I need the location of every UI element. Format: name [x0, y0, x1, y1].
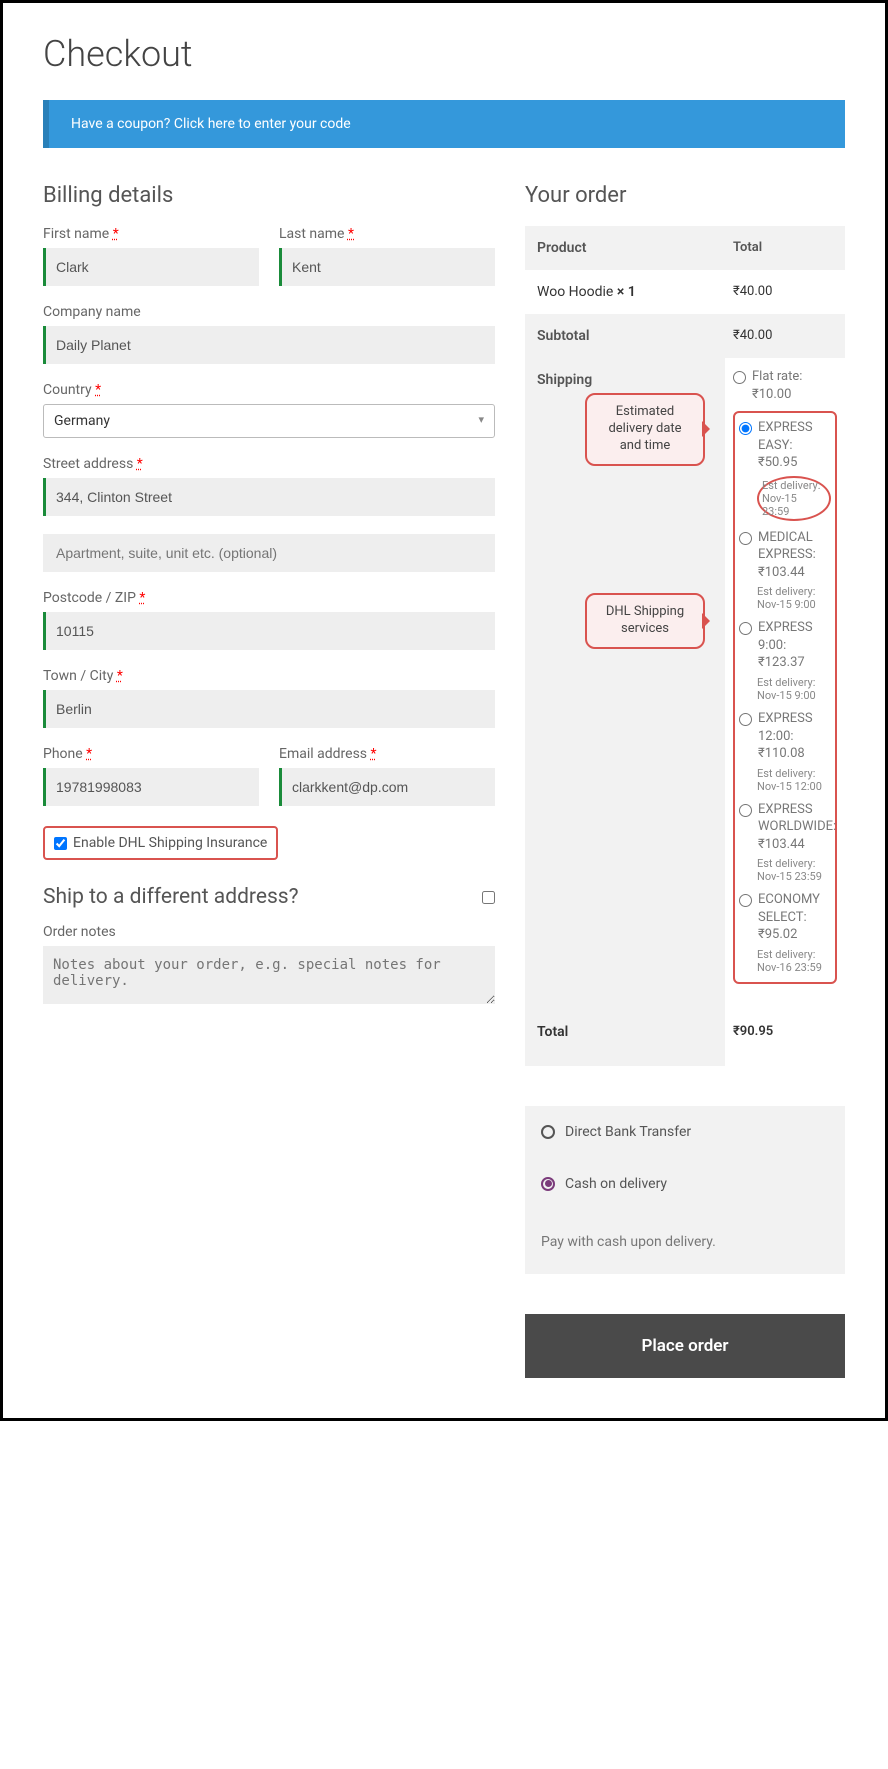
order-notes-label: Order notes	[43, 924, 495, 940]
payment-cod[interactable]: Cash on delivery	[525, 1158, 845, 1210]
last-name-input[interactable]	[279, 248, 495, 286]
subtotal-value: ₹40.00	[725, 314, 845, 358]
shipping-option[interactable]: EXPRESS EASY: ₹50.95	[739, 419, 831, 472]
phone-label: Phone *	[43, 746, 259, 762]
shipping-flat-rate[interactable]: Flat rate: ₹10.00	[733, 368, 837, 403]
shipping-option[interactable]: MEDICAL EXPRESS: ₹103.44	[739, 529, 831, 582]
est-delivery: Est delivery: Nov-15 9:00	[757, 676, 831, 702]
order-heading: Your order	[525, 183, 845, 208]
company-label: Company name	[43, 304, 495, 320]
insurance-checkbox[interactable]	[54, 837, 67, 850]
subtotal-label: Subtotal	[525, 314, 725, 358]
est-delivery: Est delivery: Nov-15 23:59	[757, 476, 831, 521]
phone-input[interactable]	[43, 768, 259, 806]
order-notes-input[interactable]	[43, 946, 495, 1004]
payment-description: Pay with cash upon delivery.	[525, 1210, 845, 1274]
place-order-button[interactable]: Place order	[525, 1314, 845, 1378]
city-input[interactable]	[43, 690, 495, 728]
line-item: Woo Hoodie × 1	[525, 270, 725, 314]
callout-est-delivery: Estimated delivery date and time	[585, 393, 705, 466]
coupon-prompt[interactable]: Have a coupon? Click here to enter your …	[43, 100, 845, 148]
express-worldwide-radio[interactable]	[739, 804, 752, 817]
street2-input[interactable]	[43, 534, 495, 572]
shipping-option[interactable]: EXPRESS WORLDWIDE: ₹103.44	[739, 801, 831, 854]
last-name-label: Last name *	[279, 226, 495, 242]
ship-diff-heading: Ship to a different address?	[43, 885, 299, 909]
shipping-option[interactable]: ECONOMY SELECT: ₹95.02	[739, 891, 831, 944]
first-name-label: First name *	[43, 226, 259, 242]
payment-bank-transfer[interactable]: Direct Bank Transfer	[525, 1106, 845, 1158]
insurance-checkbox-row[interactable]: Enable DHL Shipping Insurance	[54, 835, 267, 851]
est-delivery: Est delivery: Nov-15 9:00	[757, 585, 831, 611]
city-label: Town / City *	[43, 668, 495, 684]
ship-diff-checkbox[interactable]	[482, 891, 495, 904]
page-title: Checkout	[43, 33, 845, 75]
email-input[interactable]	[279, 768, 495, 806]
street1-input[interactable]	[43, 478, 495, 516]
col-product: Product	[525, 226, 725, 270]
est-delivery: Est delivery: Nov-15 23:59	[757, 857, 831, 883]
first-name-input[interactable]	[43, 248, 259, 286]
est-delivery: Est delivery: Nov-15 12:00	[757, 767, 831, 793]
insurance-label: Enable DHL Shipping Insurance	[73, 835, 267, 851]
total-value: ₹90.95	[725, 998, 845, 1066]
billing-heading: Billing details	[43, 183, 495, 208]
express-easy-radio[interactable]	[739, 422, 752, 435]
callout-dhl-services: DHL Shipping services	[585, 593, 705, 649]
express-9-radio[interactable]	[739, 622, 752, 635]
est-delivery: Est delivery: Nov-16 23:59	[757, 948, 831, 974]
economy-select-radio[interactable]	[739, 894, 752, 907]
company-input[interactable]	[43, 326, 495, 364]
shipping-option[interactable]: EXPRESS 12:00: ₹110.08	[739, 710, 831, 763]
insurance-annotation: Enable DHL Shipping Insurance	[43, 826, 278, 860]
email-label: Email address *	[279, 746, 495, 762]
express-12-radio[interactable]	[739, 713, 752, 726]
dhl-shipping-annotation: EXPRESS EASY: ₹50.95 Est delivery: Nov-1…	[733, 411, 837, 984]
street-label: Street address *	[43, 456, 495, 472]
radio-icon	[541, 1177, 555, 1191]
col-total: Total	[725, 226, 845, 270]
radio-icon	[541, 1125, 555, 1139]
line-item-total: ₹40.00	[725, 270, 845, 314]
medical-express-radio[interactable]	[739, 532, 752, 545]
postcode-input[interactable]	[43, 612, 495, 650]
flat-rate-radio[interactable]	[733, 371, 746, 384]
country-select[interactable]: Germany	[43, 404, 495, 438]
shipping-option[interactable]: EXPRESS 9:00: ₹123.37	[739, 619, 831, 672]
total-label: Total	[525, 998, 725, 1066]
country-label: Country *	[43, 382, 495, 398]
postcode-label: Postcode / ZIP *	[43, 590, 495, 606]
